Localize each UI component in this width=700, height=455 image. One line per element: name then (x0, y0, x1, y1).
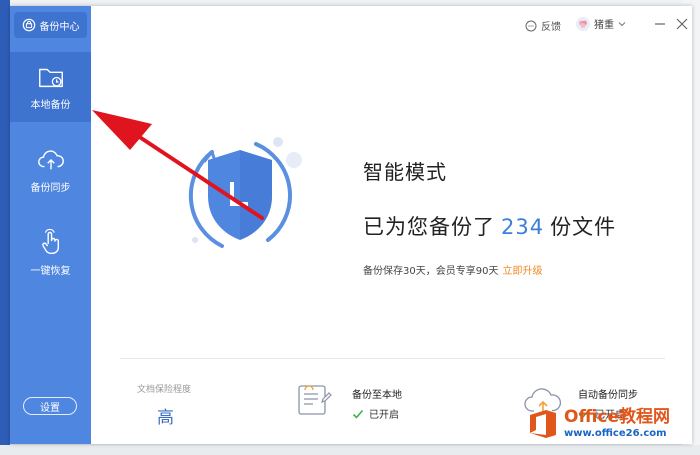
hand-pointer-icon (41, 228, 59, 255)
watermark-url: www.office26.com (564, 428, 667, 439)
backup-center-icon (22, 18, 35, 32)
backup-center-tab[interactable]: 备份中心 (14, 12, 87, 38)
local-backup-state: 已开启 (369, 410, 399, 421)
minimize-button[interactable] (653, 17, 667, 31)
retention-note: 备份保存30天，会员专享90天 立即升级 (363, 262, 542, 277)
sidebar-item-local-backup[interactable]: 本地备份 (10, 52, 91, 122)
office-logo-icon (530, 410, 556, 438)
user-menu[interactable]: 猪重 (576, 16, 626, 31)
sidebar-item-one-click-restore[interactable]: 一键恢复 (10, 218, 91, 288)
auto-sync-title: 自动备份同步 (578, 390, 638, 401)
sidebar-item-label: 一键恢复 (30, 266, 71, 277)
cloud-upload-icon (37, 150, 64, 170)
close-button[interactable] (675, 17, 689, 31)
desktop-background-left (0, 0, 10, 455)
backup-suffix: 份文件 (550, 215, 617, 239)
flower-avatar-icon (579, 20, 587, 28)
desktop-background-bottom (0, 445, 700, 455)
office26-watermark: Office教程网 www.office26.com (526, 404, 690, 444)
local-backup-title: 备份至本地 (352, 390, 402, 401)
shield-lock-illustration (188, 137, 302, 248)
document-edit-icon (298, 385, 332, 415)
avatar (576, 16, 590, 31)
backup-prefix: 已为您备份了 (363, 215, 495, 239)
settings-button[interactable]: 设置 (23, 397, 77, 415)
chat-bubble-icon (525, 20, 537, 31)
upgrade-link[interactable]: 立即升级 (502, 266, 542, 277)
backup-count-line: 已为您备份了 234 份文件 (363, 211, 616, 241)
watermark-brand: Office教程网 (564, 407, 671, 427)
feedback-button[interactable]: 反馈 (525, 18, 561, 33)
username: 猪重 (594, 20, 614, 31)
backup-center-label: 备份中心 (39, 21, 80, 33)
title-bar: 反馈 猪重 (91, 6, 692, 44)
local-backup-status: 已开启 (352, 406, 399, 421)
divider (120, 358, 665, 359)
mode-title: 智能模式 (363, 160, 447, 184)
sidebar-item-backup-sync[interactable]: 备份同步 (10, 135, 91, 205)
sidebar-item-label: 备份同步 (30, 183, 71, 194)
feedback-label: 反馈 (541, 22, 561, 33)
protection-level-label: 文档保险程度 (137, 385, 192, 395)
folder-clock-icon (38, 68, 63, 88)
protection-level-value: 高 (157, 408, 174, 428)
backup-count: 234 (501, 215, 545, 239)
check-icon (352, 409, 364, 419)
backup-center-window: 备份中心 本地备份 备份同步 一键恢复 设置 反馈 猪重 智能模式 已为您备份了… (10, 6, 692, 444)
retention-note-text: 备份保存30天，会员专享90天 (363, 266, 499, 277)
sidebar-item-label: 本地备份 (30, 100, 71, 111)
chevron-down-icon (618, 21, 626, 26)
sidebar: 备份中心 本地备份 备份同步 一键恢复 设置 (10, 6, 91, 444)
